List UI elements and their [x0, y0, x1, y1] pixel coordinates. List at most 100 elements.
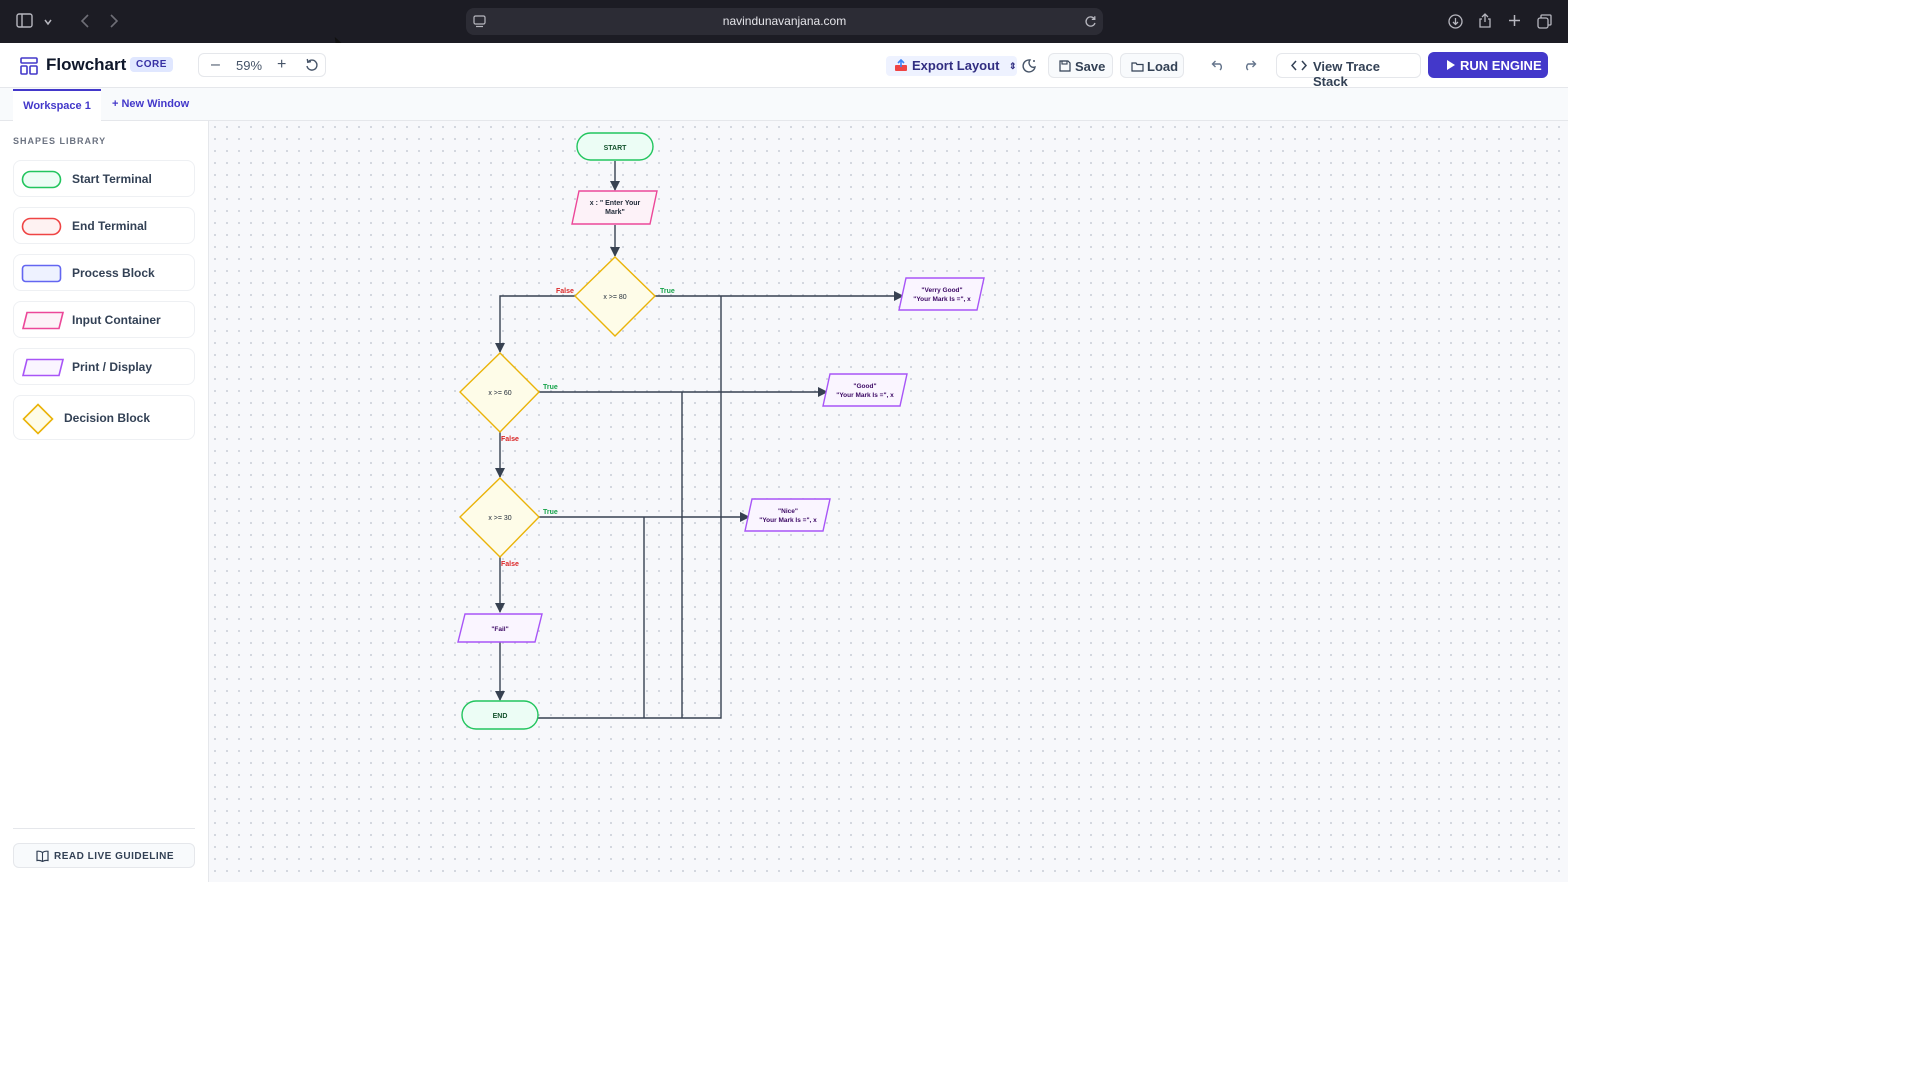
connector-output1-end[interactable] [538, 296, 722, 719]
new-tab-icon[interactable] [1508, 14, 1521, 30]
back-icon[interactable] [80, 14, 90, 31]
input-node-line1: x : " Enter Your [590, 200, 641, 207]
shape-end-terminal[interactable]: End Terminal [13, 207, 195, 244]
export-layout-select[interactable]: Export Layout ⇕ [886, 56, 1017, 76]
decision-node-1-label: x >= 80 [603, 294, 626, 301]
decision-node-2-label: x >= 60 [488, 390, 511, 397]
output-node-nice[interactable]: "Nice" "Your Mark Is =", x [744, 498, 831, 532]
zoom-in-button[interactable]: + [277, 56, 286, 74]
read-live-guideline-label: READ LIVE GUIDELINE [54, 851, 175, 862]
workspace-tabs: Workspace 1 + New Window [0, 88, 1568, 121]
shape-label: Decision Block [64, 411, 151, 425]
load-label: Load [1147, 59, 1179, 74]
fail-node-label: "Fail" [491, 626, 508, 633]
input-node-line2: Mark" [605, 209, 625, 216]
end-terminal-icon [21, 217, 63, 241]
output-node-verry-good[interactable]: "Verry Good" "Your Mark Is =", x [898, 277, 985, 311]
new-window-button[interactable]: + New Window [112, 98, 189, 110]
output-2-line1: "Good" [853, 383, 876, 390]
shapes-library-title: SHAPES LIBRARY [13, 136, 107, 146]
forward-icon[interactable] [109, 14, 119, 31]
shape-label: Start Terminal [72, 172, 152, 186]
tab-workspace-1[interactable]: Workspace 1 [13, 89, 101, 121]
view-trace-stack-button[interactable]: View Trace Stack [1276, 53, 1421, 89]
shape-label: Print / Display [72, 360, 153, 374]
process-block-icon [21, 264, 63, 288]
book-icon [36, 850, 49, 865]
decision-node-3[interactable]: x >= 30 [459, 477, 540, 558]
chevron-down-icon[interactable] [43, 15, 53, 30]
save-label: Save [1075, 59, 1106, 74]
export-icon [894, 58, 908, 75]
false-label: False [501, 436, 519, 443]
print-display-icon [21, 358, 65, 382]
start-node-label: START [604, 145, 628, 152]
load-button[interactable]: Load [1120, 53, 1184, 78]
undo-icon[interactable] [1210, 58, 1225, 76]
save-button[interactable]: Save [1048, 53, 1113, 78]
shape-start-terminal[interactable]: Start Terminal [13, 160, 195, 197]
shape-label: End Terminal [72, 219, 148, 233]
shape-label: Process Block [72, 266, 155, 280]
sidebar-divider [13, 828, 195, 829]
flowchart-logo-icon [20, 57, 38, 80]
shapes-sidebar: SHAPES LIBRARY Start Terminal End Termin… [0, 121, 209, 882]
output-2-line2: "Your Mark Is =", x [836, 392, 894, 399]
false-label: False [556, 288, 574, 295]
true-label: True [543, 509, 558, 516]
output-node-fail[interactable]: "Fail" [457, 613, 543, 643]
app-toolbar: Flowchart CORE – 59% + Export Layout ⇕ S… [0, 43, 1568, 89]
end-node[interactable]: END [461, 700, 539, 730]
true-label: True [543, 384, 558, 391]
true-label: True [660, 288, 675, 295]
folder-icon [1131, 60, 1144, 75]
reset-zoom-icon[interactable] [305, 58, 319, 75]
end-node-label: END [493, 713, 508, 720]
false-label: False [501, 561, 519, 568]
url-text: navindunavanjana.com [722, 14, 847, 28]
theme-toggle-icon[interactable] [1021, 58, 1037, 79]
play-icon [1446, 59, 1456, 74]
output-3-line1: "Nice" [778, 508, 798, 515]
zoom-control: – 59% + [198, 53, 326, 77]
browser-chrome: navindunavanjana.com [0, 0, 1568, 43]
input-container-icon [21, 311, 65, 335]
shape-input-container[interactable]: Input Container [13, 301, 195, 338]
tab-overview-icon[interactable] [1537, 14, 1552, 32]
decision-node-2[interactable]: x >= 60 [459, 352, 540, 433]
connector-decision1-false[interactable] [495, 295, 575, 353]
run-engine-button[interactable]: RUN ENGINE [1428, 52, 1548, 78]
shape-process-block[interactable]: Process Block [13, 254, 195, 291]
zoom-level: 59% [236, 58, 263, 73]
reload-icon[interactable] [1084, 15, 1097, 31]
select-arrows-icon: ⇕ [1009, 61, 1017, 71]
output-1-line1: "Verry Good" [921, 287, 962, 294]
run-engine-label: RUN ENGINE [1460, 58, 1542, 73]
flowchart-canvas[interactable]: False True True False True False START x… [209, 121, 1568, 882]
output-3-line2: "Your Mark Is =", x [759, 517, 817, 524]
decision-node-1[interactable]: x >= 80 [574, 256, 656, 337]
shape-decision-block[interactable]: Decision Block [13, 395, 195, 440]
code-icon [1290, 59, 1308, 75]
read-live-guideline-button[interactable]: READ LIVE GUIDELINE [13, 843, 195, 868]
sidebar-toggle-icon[interactable] [16, 13, 33, 31]
app-title: Flowchart [46, 55, 127, 74]
redo-icon[interactable] [1243, 58, 1258, 76]
shape-label: Input Container [72, 313, 161, 327]
save-icon [1059, 60, 1071, 75]
input-node[interactable]: x : " Enter Your Mark" [571, 190, 658, 225]
export-layout-label: Export Layout [912, 58, 1000, 73]
output-1-line2: "Your Mark Is =", x [913, 296, 971, 303]
download-icon[interactable] [1448, 14, 1463, 32]
start-terminal-icon [21, 170, 63, 194]
address-bar[interactable]: navindunavanjana.com [466, 8, 1103, 35]
zoom-out-button[interactable]: – [211, 56, 220, 74]
start-node[interactable]: START [576, 132, 654, 161]
share-icon[interactable] [1478, 12, 1492, 32]
decision-block-icon [22, 403, 54, 440]
output-node-good[interactable]: "Good" "Your Mark Is =", x [822, 373, 908, 407]
shape-print-display[interactable]: Print / Display [13, 348, 195, 385]
core-badge: CORE [130, 57, 173, 72]
decision-node-3-label: x >= 30 [488, 515, 511, 522]
flowchart-diagram: False True True False True False START x… [457, 132, 985, 730]
